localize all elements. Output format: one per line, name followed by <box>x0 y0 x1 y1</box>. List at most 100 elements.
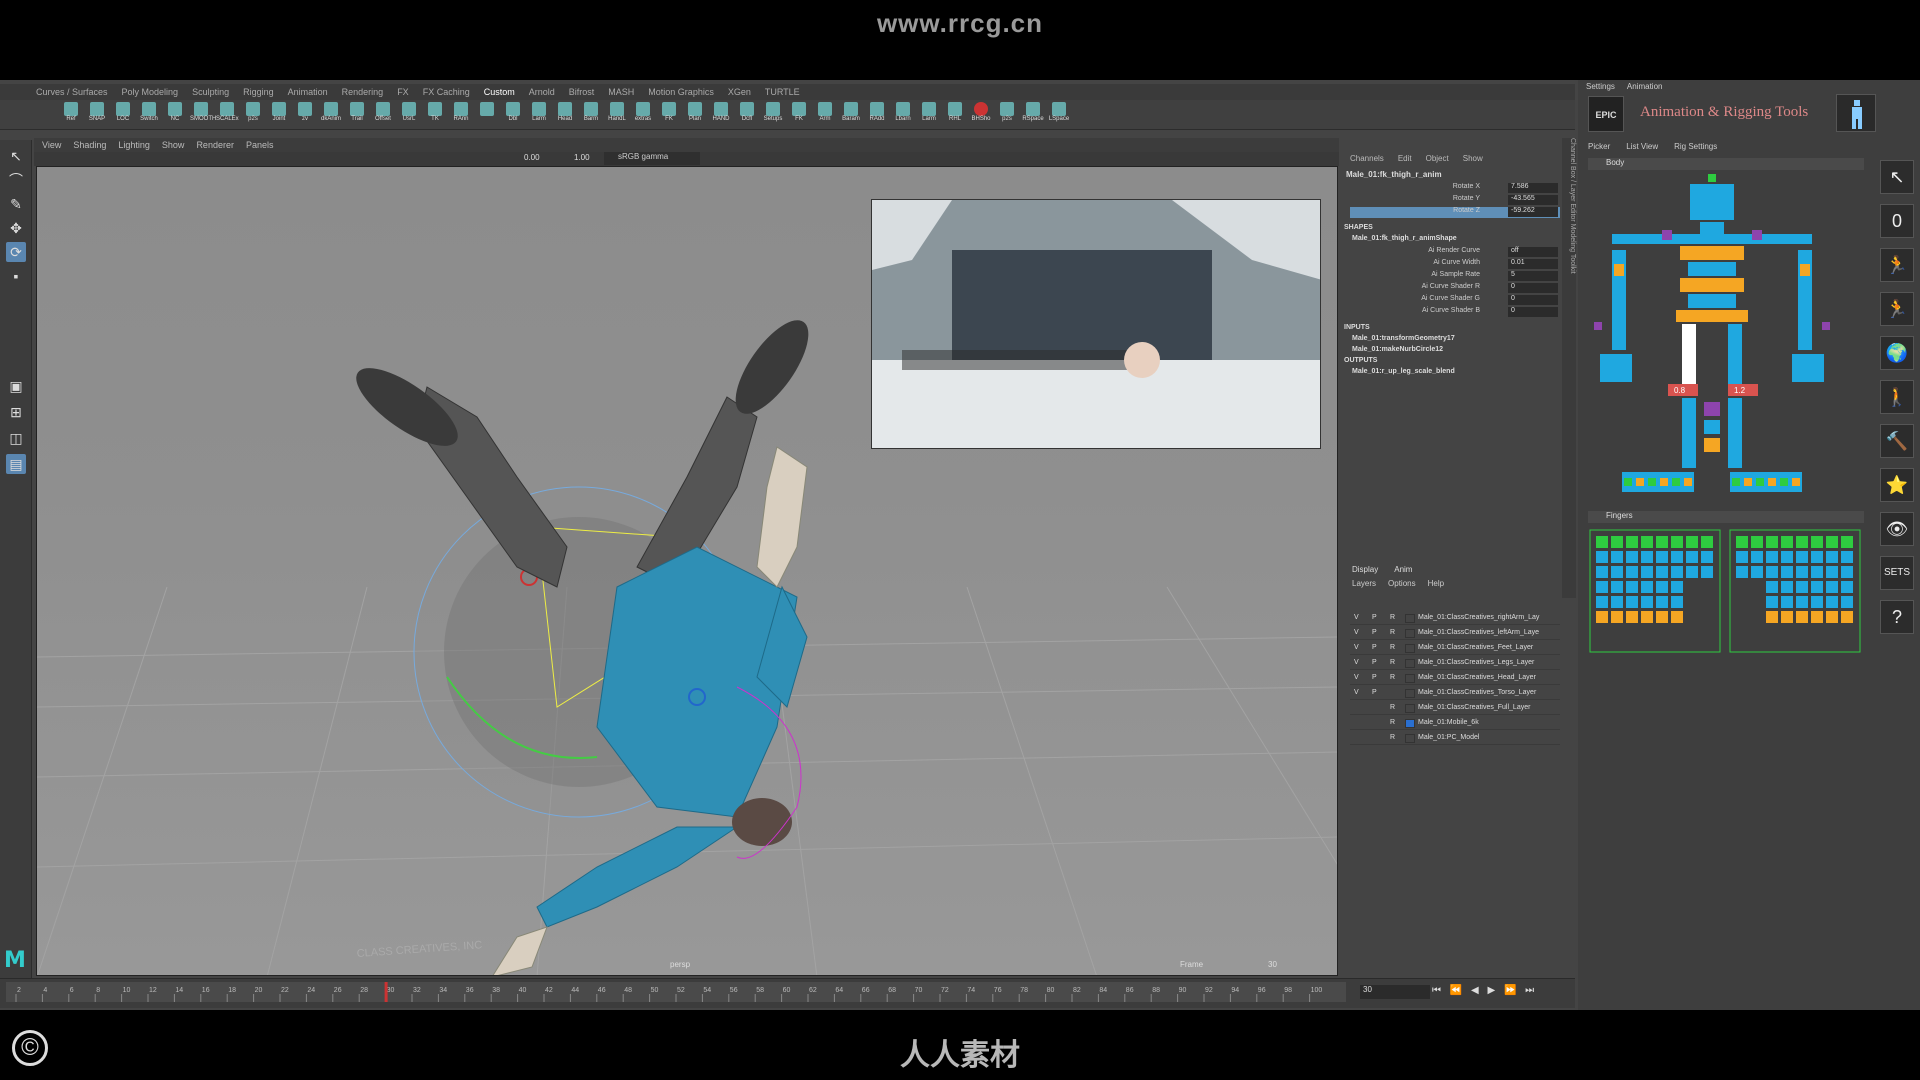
finger-base-control[interactable] <box>1611 536 1623 548</box>
viewport-menu-view[interactable]: View <box>42 140 61 150</box>
hand-l-control[interactable] <box>1600 354 1632 382</box>
spine-3-control[interactable] <box>1688 262 1736 276</box>
playback-controls[interactable]: ⏮ ⏪ ◀ ▶ ⏩ ⏭ <box>1432 985 1572 999</box>
finger-joint-control[interactable] <box>1656 551 1668 563</box>
finger-base-control[interactable] <box>1766 536 1778 548</box>
finger-joint-control[interactable] <box>1626 581 1638 593</box>
foot-l-control[interactable] <box>1622 472 1694 492</box>
select-tool-icon[interactable]: ↖ <box>6 146 26 166</box>
finger-joint-control[interactable] <box>1781 581 1793 593</box>
finger-joint-control[interactable] <box>1641 581 1653 593</box>
layer-name[interactable]: Male_01:ClassCreatives_rightArm_Lay <box>1418 614 1539 621</box>
channel-attr-row[interactable]: Rotate Y -43.565 <box>1350 195 1560 206</box>
paint-tool-icon[interactable]: ✎ <box>6 194 26 214</box>
channel-menu-channels[interactable]: Channels <box>1350 154 1384 163</box>
shape-attr-value[interactable]: 5 <box>1508 271 1558 281</box>
layer-name[interactable]: Male_01:ClassCreatives_Head_Layer <box>1418 674 1536 681</box>
picker-tab-list-view[interactable]: List View <box>1626 142 1658 151</box>
fingers-picker[interactable] <box>1588 528 1864 654</box>
input-node[interactable]: Male_01:makeNurbCircle12 <box>1352 346 1443 353</box>
viewport-menu-show[interactable]: Show <box>162 140 185 150</box>
reference-image-plane[interactable] <box>871 199 1321 449</box>
shape-attr-value[interactable]: off <box>1508 247 1558 257</box>
shelf-tab-7[interactable]: FX Caching <box>423 87 470 97</box>
colorspace-dropdown[interactable]: sRGB gamma <box>604 152 700 165</box>
picker-side-button-9[interactable]: SETS <box>1880 556 1914 590</box>
toe-r-control[interactable] <box>1792 478 1800 486</box>
layout-four-icon[interactable]: ⊞ <box>6 402 26 422</box>
finger-joint-control[interactable] <box>1596 581 1608 593</box>
finger-joint-control[interactable] <box>1736 566 1748 578</box>
shelf-tab-8[interactable]: Custom <box>484 87 515 97</box>
finger-base-control[interactable] <box>1751 536 1763 548</box>
picker-menu-settings[interactable]: Settings <box>1586 82 1615 91</box>
finger-joint-control[interactable] <box>1766 566 1778 578</box>
shelf-button-18[interactable]: Larm <box>528 102 550 128</box>
finger-base-control[interactable] <box>1701 536 1713 548</box>
finger-joint-control[interactable] <box>1751 566 1763 578</box>
shelf-button-29[interactable]: Arm <box>814 102 836 128</box>
shelf-button-16[interactable] <box>476 102 498 128</box>
shelf-button-34[interactable]: RHL <box>944 102 966 128</box>
toe-l-control[interactable] <box>1684 478 1692 486</box>
finger-joint-control[interactable] <box>1641 596 1653 608</box>
shelf-button-25[interactable]: HAND <box>710 102 732 128</box>
shelf-button-30[interactable]: Baram <box>840 102 862 128</box>
shelf-button-10[interactable]: dkAnim <box>320 102 342 128</box>
layer-tab-display[interactable]: Display <box>1352 565 1378 574</box>
layer-row[interactable]: R Male_01:ClassCreatives_Full_Layer <box>1350 702 1560 715</box>
finger-joint-control[interactable] <box>1656 596 1668 608</box>
layer-color-swatch[interactable] <box>1405 734 1415 743</box>
layer-reference-toggle[interactable]: R <box>1390 734 1395 741</box>
shape-attr-row[interactable]: Ai Curve Width 0.01 <box>1350 259 1560 270</box>
shelf-button-35[interactable]: BHSho <box>970 102 992 128</box>
layer-color-swatch[interactable] <box>1405 659 1415 668</box>
shelf-button-12[interactable]: Offset <box>372 102 394 128</box>
body-picker[interactable]: 0.8 1.2 <box>1592 172 1862 508</box>
finger-joint-control[interactable] <box>1826 581 1838 593</box>
shape-attr-value[interactable]: 0.01 <box>1508 259 1558 269</box>
finger-joint-control[interactable] <box>1781 566 1793 578</box>
shin-r-control[interactable] <box>1728 398 1742 468</box>
shelf-button-7[interactable]: p2s <box>242 102 264 128</box>
output-node[interactable]: Male_01:r_up_leg_scale_blend <box>1352 368 1455 375</box>
head-top-control[interactable] <box>1708 174 1716 182</box>
scale-tool-icon[interactable]: ▪ <box>6 266 26 286</box>
elbow-l-control[interactable] <box>1614 264 1624 276</box>
layer-menu-help[interactable]: Help <box>1428 579 1444 588</box>
layer-reference-toggle[interactable]: R <box>1390 704 1395 711</box>
layer-color-swatch[interactable] <box>1405 614 1415 623</box>
channel-attr-value[interactable]: -59.262 <box>1508 207 1558 217</box>
thigh-r-control[interactable] <box>1728 324 1742 384</box>
pole-control[interactable] <box>1704 402 1720 416</box>
finger-joint-control[interactable] <box>1766 551 1778 563</box>
pelvis-control[interactable] <box>1676 310 1748 322</box>
finger-joint-control[interactable] <box>1811 551 1823 563</box>
picker-tab-picker[interactable]: Picker <box>1588 142 1610 151</box>
finger-base-control[interactable] <box>1656 536 1668 548</box>
character-hand-up[interactable] <box>756 446 808 588</box>
shape-attr-row[interactable]: Ai Curve Shader R 0 <box>1350 283 1560 294</box>
shelf-button-36[interactable]: p2s <box>996 102 1018 128</box>
move-tool-icon[interactable]: ✥ <box>6 218 26 238</box>
finger-joint-control[interactable] <box>1641 611 1653 623</box>
shelf-button-17[interactable]: Dbl <box>502 102 524 128</box>
layer-visible-toggle[interactable]: V <box>1354 644 1359 651</box>
layer-menu-options[interactable]: Options <box>1388 579 1416 588</box>
layer-playback-toggle[interactable]: P <box>1372 674 1377 681</box>
finger-base-control[interactable] <box>1811 536 1823 548</box>
shelf-button-22[interactable]: extras <box>632 102 654 128</box>
finger-joint-control[interactable] <box>1626 551 1638 563</box>
finger-joint-control[interactable] <box>1826 611 1838 623</box>
layer-reference-toggle[interactable]: R <box>1390 719 1395 726</box>
picker-side-button-0[interactable]: ↖ <box>1880 160 1914 194</box>
toe-r-control[interactable] <box>1756 478 1764 486</box>
layer-visible-toggle[interactable]: V <box>1354 629 1359 636</box>
toe-l-control[interactable] <box>1624 478 1632 486</box>
finger-joint-control[interactable] <box>1841 611 1853 623</box>
finger-joint-control[interactable] <box>1686 551 1698 563</box>
picker-menu-animation[interactable]: Animation <box>1627 82 1663 91</box>
channel-attr-value[interactable]: -43.565 <box>1508 195 1558 205</box>
shelf-button-2[interactable]: LOC <box>112 102 134 128</box>
layer-playback-toggle[interactable]: P <box>1372 629 1377 636</box>
